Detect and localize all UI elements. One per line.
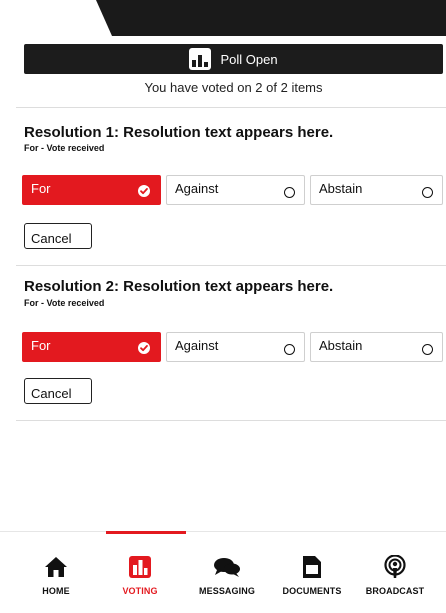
top-header-bar [0,0,446,36]
nav-item-documents[interactable]: DOCUMENTS [267,554,357,596]
checkmark-icon [138,185,150,197]
nav-item-broadcast[interactable]: BROADCAST [350,554,440,596]
radio-empty-icon [284,187,295,198]
home-icon [11,554,101,580]
option-abstain-button[interactable]: Abstain [310,175,443,205]
bottom-nav: HOME VOTING MESSAGING DOCUMENTS BROADCAS… [0,531,446,613]
poll-status-label: Poll Open [220,51,278,67]
option-label: For [31,181,51,196]
nav-item-voting[interactable]: VOTING [95,554,185,596]
podcast-icon [350,554,440,580]
radio-empty-icon [284,344,295,355]
nav-item-home[interactable]: HOME [11,554,101,596]
nav-label: MESSAGING [199,586,255,596]
option-against-button[interactable]: Against [166,175,305,205]
chat-bubbles-icon [182,554,272,580]
divider [16,265,446,266]
nav-label: HOME [42,586,70,596]
option-against-button[interactable]: Against [166,332,305,362]
divider [16,107,446,108]
poll-status-banner: Poll Open [24,44,443,74]
option-label: Abstain [319,181,363,196]
option-for-button[interactable]: For [22,175,161,205]
document-icon [267,554,357,580]
active-tab-indicator [106,531,186,534]
nav-label: VOTING [122,586,158,596]
option-abstain-button[interactable]: Abstain [310,332,443,362]
option-label: Against [175,338,219,353]
cancel-vote-button[interactable]: Cancel [24,378,92,404]
nav-label: BROADCAST [365,586,425,596]
bar-chart-icon [95,554,185,580]
cancel-vote-button[interactable]: Cancel [24,223,92,249]
resolution-vote-status: For - Vote received [24,298,105,308]
radio-empty-icon [422,187,433,198]
option-label: Against [175,181,219,196]
option-label: For [31,338,51,353]
resolution-title: Resolution 1: Resolution text appears he… [24,124,334,141]
option-for-button[interactable]: For [22,332,161,362]
resolution-vote-status: For - Vote received [24,143,105,153]
voted-summary: You have voted on 2 of 2 items [144,80,323,95]
bar-chart-icon [189,48,212,70]
option-label: Abstain [319,338,363,353]
divider [16,420,446,421]
resolution-title: Resolution 2: Resolution text appears he… [24,278,334,295]
radio-empty-icon [422,344,433,355]
header-dark-band [96,0,446,36]
checkmark-icon [138,342,150,354]
nav-item-messaging[interactable]: MESSAGING [182,554,272,596]
nav-label: DOCUMENTS [282,586,342,596]
